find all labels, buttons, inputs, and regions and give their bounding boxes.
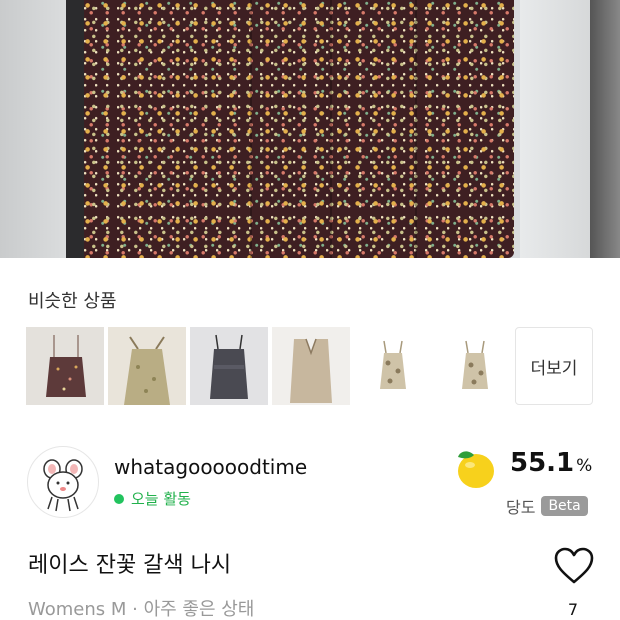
like-count: 7: [567, 600, 579, 619]
more-similar-button[interactable]: 더보기: [515, 327, 593, 405]
similar-item-3[interactable]: [190, 327, 268, 405]
sweetness-label: 당도 Beta: [506, 494, 588, 518]
similar-item-6[interactable]: [436, 327, 514, 405]
similar-section-title: 비슷한 상품: [28, 291, 117, 312]
fabric-fold: [250, 0, 252, 258]
product-title: 레이스 잔꽃 갈색 나시: [28, 553, 232, 578]
beta-badge: Beta: [541, 496, 588, 516]
seller-name[interactable]: whatagooooodtime: [114, 455, 307, 479]
product-photo[interactable]: [0, 0, 620, 258]
similar-item-1[interactable]: [26, 327, 104, 405]
sweetness-label-text: 당도: [506, 498, 536, 517]
lemon-icon: [454, 447, 498, 491]
similar-item-5[interactable]: [354, 327, 432, 405]
like-button[interactable]: [552, 546, 596, 586]
mirror-frame: [66, 0, 84, 258]
heart-outline-icon: [554, 547, 594, 584]
seller-activity-status: 오늘 활동: [114, 488, 191, 509]
similar-item-2[interactable]: [108, 327, 186, 405]
floral-fabric: [84, 0, 514, 258]
similar-item-4[interactable]: [272, 327, 350, 405]
sweetness-score: 55.1%: [510, 448, 592, 478]
door-frame: [590, 0, 620, 258]
online-dot-icon: [114, 493, 124, 504]
fabric-fold: [415, 0, 417, 258]
sweetness-score-value: 55.1: [510, 448, 575, 478]
fabric-fold: [330, 0, 332, 258]
product-meta: Womens M · 아주 좋은 상태: [28, 599, 255, 620]
seller-status-label: 오늘 활동: [131, 490, 191, 508]
avatar[interactable]: [27, 446, 99, 518]
sweetness-score-unit: %: [576, 456, 593, 476]
mouse-avatar-icon: [43, 459, 83, 512]
background-wall: [0, 0, 72, 258]
